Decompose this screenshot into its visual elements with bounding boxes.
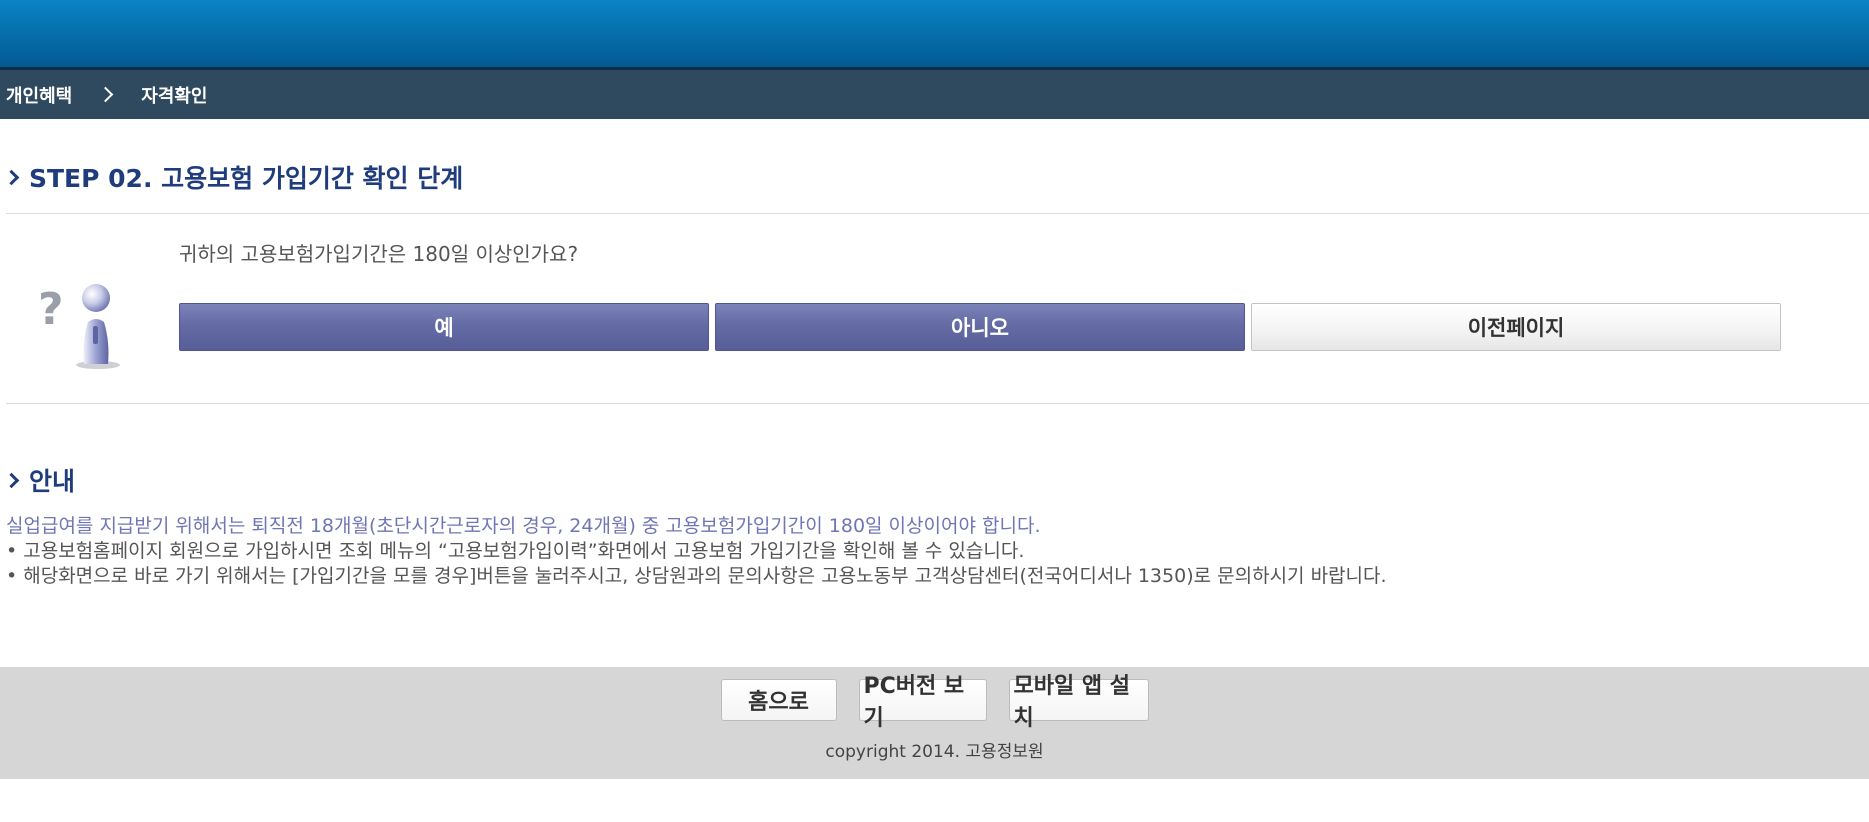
pc-version-button[interactable]: PC버전 보기 — [858, 674, 987, 731]
breadcrumb: 개인혜택 자격확인 — [0, 70, 1869, 119]
divider — [6, 213, 1869, 214]
question-text: 귀하의 고용보험가입기간은 180일 이상인가요? — [179, 242, 579, 266]
footer-buttons: 홈으로 PC버전 보기 모바일 앱 설치 — [0, 674, 1869, 731]
notice-bullet: • 해당화면으로 바로 가기 위해서는 [가입기간을 모를 경우]버튼을 눌러주… — [6, 565, 1387, 587]
svg-text:?: ? — [38, 284, 64, 335]
no-button[interactable]: 아니오 — [715, 303, 1245, 351]
copyright-text: copyright 2014. 고용정보원 — [825, 742, 1044, 762]
previous-page-button[interactable]: 이전페이지 — [1251, 303, 1781, 351]
notice-lead: 실업급여를 지급받기 위해서는 퇴직전 18개월(초단시간근로자의 경우, 24… — [6, 515, 1041, 537]
step-title: STEP 02. 고용보험 가입기간 확인 단계 — [3, 160, 464, 194]
breadcrumb-item-personal-benefits[interactable]: 개인혜택 — [6, 82, 72, 108]
divider — [6, 403, 1869, 404]
footer: 홈으로 PC버전 보기 모바일 앱 설치 copyright 2014. 고용정… — [0, 667, 1869, 779]
step-title-text: STEP 02. 고용보험 가입기간 확인 단계 — [29, 164, 464, 193]
home-button[interactable]: 홈으로 — [720, 679, 837, 721]
notice-title-text: 안내 — [29, 467, 76, 496]
top-banner — [0, 0, 1869, 70]
notice-title: 안내 — [3, 463, 76, 497]
notice-bullet: • 고용보험홈페이지 회원으로 가입하시면 조회 메뉴의 “고용보험가입이력”화… — [6, 540, 1025, 562]
mobile-app-install-button[interactable]: 모바일 앱 설치 — [1008, 674, 1149, 731]
breadcrumb-item-eligibility-check[interactable]: 자격확인 — [141, 82, 207, 108]
chevron-right-icon — [3, 472, 20, 488]
chevron-right-icon — [3, 169, 20, 185]
yes-button[interactable]: 예 — [179, 303, 709, 351]
chevron-right-icon — [97, 86, 114, 103]
notice-content: 실업급여를 지급받기 위해서는 퇴직전 18개월(초단시간근로자의 경우, 24… — [6, 514, 1387, 589]
question-person-icon: ? — [38, 284, 120, 369]
